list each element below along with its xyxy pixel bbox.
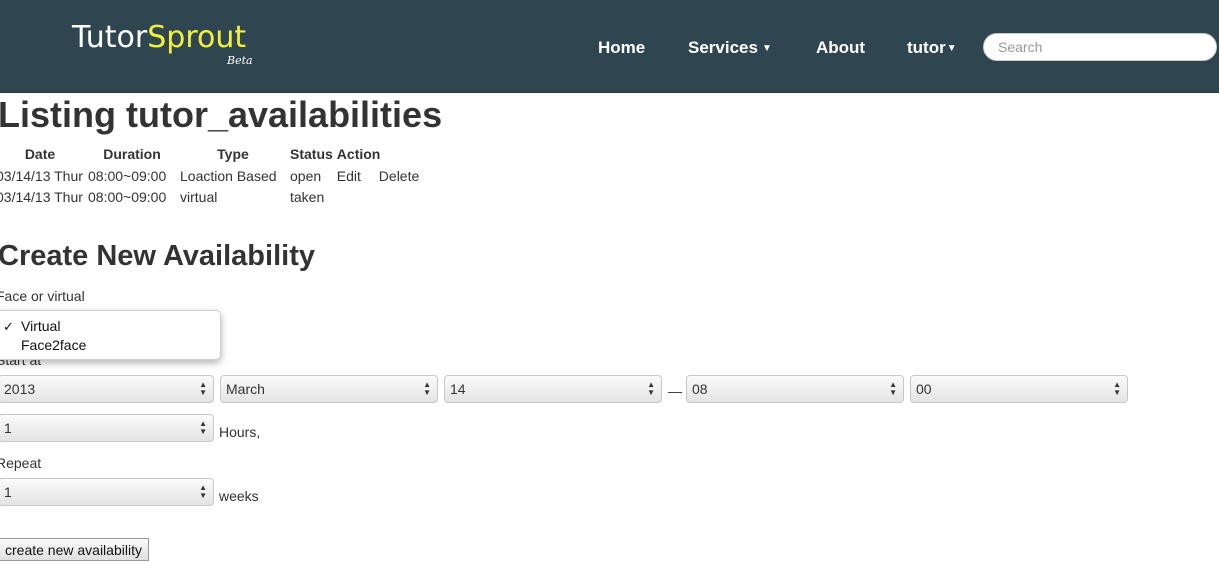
option-face2face[interactable]: Face2face xyxy=(21,337,86,353)
caret-down-icon: ▼ xyxy=(946,43,957,54)
repeat-value: 1 xyxy=(4,484,12,500)
date-time-separator: — xyxy=(668,383,682,399)
start-month-value: March xyxy=(226,381,265,397)
select-arrows-icon: ▲ ▼ xyxy=(1113,380,1121,397)
nav-services-label: Services xyxy=(688,38,758,57)
table-row: 03/14/13 Thur 08:00~09:00 Loaction Based… xyxy=(0,165,421,186)
create-availability-button[interactable]: create new availability xyxy=(0,538,149,561)
brand-beta-tag: Beta xyxy=(227,54,253,67)
table-row: 03/14/13 Thur 08:00~09:00 virtual taken xyxy=(0,186,421,207)
checkmark-icon: ✓ xyxy=(3,319,14,334)
column-header-date: Date xyxy=(24,145,56,162)
cell-type: virtual xyxy=(180,188,218,205)
brand-name-sprout: Sprout xyxy=(147,20,247,55)
select-arrows-icon: ▲ ▼ xyxy=(889,380,897,397)
page-title: Listing tutor_availabilities xyxy=(0,94,443,135)
cell-date: 03/14/13 Thur xyxy=(0,167,83,184)
column-header-duration: Duration xyxy=(103,145,161,162)
form-title: Create New Availability xyxy=(0,240,315,272)
nav-services-dropdown[interactable]: Services ▼ xyxy=(688,38,772,58)
repeat-unit-label: weeks xyxy=(219,488,259,504)
cell-status: taken xyxy=(290,188,325,205)
cell-type: Loaction Based xyxy=(180,167,277,184)
select-arrows-icon: ▲ ▼ xyxy=(423,380,431,397)
search-input[interactable] xyxy=(983,33,1217,61)
start-year-select[interactable]: 2013 ▲ ▼ xyxy=(0,375,214,403)
start-minute-value: 00 xyxy=(916,381,932,397)
edit-link[interactable]: Edit xyxy=(337,168,361,184)
cell-date: 03/14/13 Thur xyxy=(0,188,83,205)
nav-about-link[interactable]: About xyxy=(816,38,865,58)
cell-duration: 08:00~09:00 xyxy=(88,167,167,184)
column-header-type: Type xyxy=(217,145,249,162)
select-arrows-icon: ▲ ▼ xyxy=(199,483,207,500)
face-or-virtual-dropdown[interactable]: ✓ Virtual Face2face xyxy=(0,310,221,360)
delete-link[interactable]: Delete xyxy=(379,168,419,184)
cell-duration: 08:00~09:00 xyxy=(88,188,167,205)
table-header-row: Date Duration Type Status Action xyxy=(0,142,421,165)
brand-name-tutor: Tutor xyxy=(72,20,148,55)
select-arrows-icon: ▲ ▼ xyxy=(647,380,655,397)
repeat-label: Repeat xyxy=(0,455,42,471)
option-virtual[interactable]: Virtual xyxy=(21,318,60,334)
nav-user-dropdown[interactable]: tutor▼ xyxy=(907,38,957,58)
caret-down-icon: ▼ xyxy=(761,43,772,54)
select-arrows-icon: ▲ ▼ xyxy=(199,380,207,397)
cell-status: open xyxy=(290,167,322,184)
start-year-value: 2013 xyxy=(4,381,36,397)
start-month-select[interactable]: March ▲ ▼ xyxy=(220,375,438,403)
start-day-value: 14 xyxy=(450,381,466,397)
face-or-virtual-label: Face or virtual xyxy=(0,288,85,304)
column-header-action: Action xyxy=(336,145,381,162)
select-arrows-icon: ▲ ▼ xyxy=(199,419,207,436)
duration-value: 1 xyxy=(4,420,12,436)
start-hour-value: 08 xyxy=(692,381,708,397)
nav-user-label: tutor xyxy=(907,38,946,57)
start-day-select[interactable]: 14 ▲ ▼ xyxy=(444,375,662,403)
repeat-select[interactable]: 1 ▲ ▼ xyxy=(0,478,214,506)
duration-select[interactable]: 1 ▲ ▼ xyxy=(0,414,214,442)
start-hour-select[interactable]: 08 ▲ ▼ xyxy=(686,375,904,403)
column-header-status: Status xyxy=(290,145,333,162)
duration-unit-label: Hours, xyxy=(219,424,261,440)
navbar: TutorSprout Beta Home Services ▼ About tu… xyxy=(0,0,1219,93)
start-minute-select[interactable]: 00 ▲ ▼ xyxy=(910,375,1128,403)
brand-logo[interactable]: TutorSprout Beta xyxy=(72,20,253,70)
availability-table: Date Duration Type Status Action 03/14/1… xyxy=(0,142,421,207)
nav-home-link[interactable]: Home xyxy=(598,38,645,58)
